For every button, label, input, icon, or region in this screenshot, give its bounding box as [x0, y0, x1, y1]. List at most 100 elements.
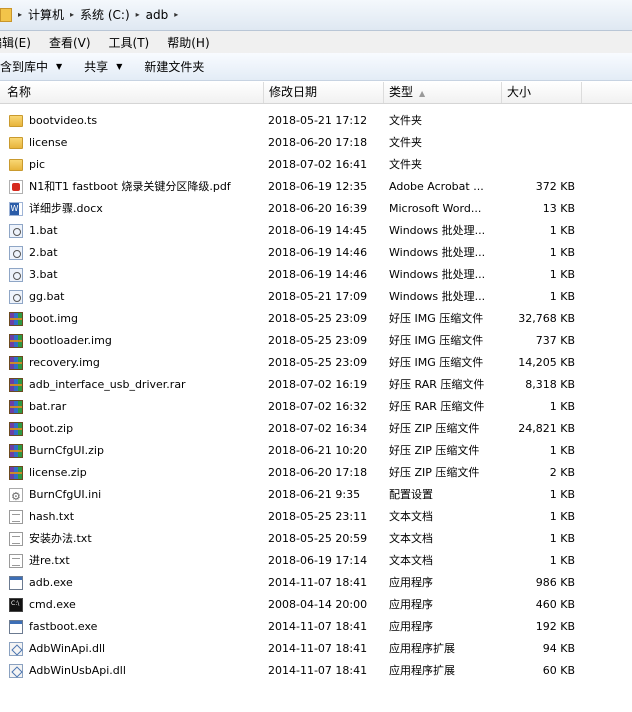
file-row[interactable]: adb_interface_usb_driver.rar 2018-07-02 1… — [0, 374, 632, 396]
column-name[interactable]: 名称 — [2, 82, 264, 103]
file-row[interactable]: 2.bat 2018-06-19 14:46 Windows 批处理... 1 KB — [0, 242, 632, 264]
column-type-label: 类型 — [389, 85, 414, 99]
column-type[interactable]: 类型 ▲ — [384, 82, 502, 103]
file-row[interactable]: 进re.txt 2018-06-19 17:14 文本文档 1 KB — [0, 550, 632, 572]
file-row[interactable]: license 2018-06-20 17:18 文件夹 — [0, 132, 632, 154]
file-size: 2 KB — [549, 466, 575, 479]
file-size: 14,205 KB — [518, 356, 575, 369]
include-in-library-button[interactable]: 包含到库中 ▼ — [0, 58, 62, 75]
file-size: 1 KB — [549, 488, 575, 501]
text-file-icon — [9, 554, 23, 568]
file-row[interactable]: gg.bat 2018-05-21 17:09 Windows 批处理... 1 KB — [0, 286, 632, 308]
include-in-library-label: 包含到库中 — [0, 60, 49, 74]
file-size: 460 KB — [535, 598, 575, 611]
file-row[interactable]: bat.rar 2018-07-02 16:32 好压 RAR 压缩文件 1 KB — [0, 396, 632, 418]
file-type: 好压 ZIP 压缩文件 — [389, 444, 480, 457]
chevron-right-icon[interactable]: ▸ — [172, 10, 180, 19]
archive-icon — [9, 356, 23, 370]
file-date: 2008-04-14 20:00 — [268, 598, 368, 611]
file-type: Adobe Acrobat ... — [389, 180, 484, 193]
file-row[interactable]: 3.bat 2018-06-19 14:46 Windows 批处理... 1 KB — [0, 264, 632, 286]
file-row[interactable]: bootloader.img 2018-05-25 23:09 好压 IMG 压缩文… — [0, 330, 632, 352]
file-name: bootvideo.ts — [29, 114, 98, 127]
file-date: 2014-11-07 18:41 — [268, 576, 368, 589]
file-name: 进re.txt — [29, 554, 70, 567]
file-size: 1 KB — [549, 290, 575, 303]
file-type: 好压 IMG 压缩文件 — [389, 334, 484, 347]
file-row[interactable]: license.zip 2018-06-20 17:18 好压 ZIP 压缩文件 2 … — [0, 462, 632, 484]
dll-icon — [9, 642, 23, 656]
file-row[interactable]: 安装办法.txt 2018-05-25 20:59 文本文档 1 KB — [0, 528, 632, 550]
chevron-right-icon[interactable]: ▸ — [134, 10, 142, 19]
file-size: 1 KB — [549, 510, 575, 523]
breadcrumb-drive-c[interactable]: 系统 (C:) — [76, 6, 134, 23]
file-row[interactable]: fastboot.exe 2014-11-07 18:41 应用程序 192 KB — [0, 616, 632, 638]
file-date: 2018-07-02 16:32 — [268, 400, 368, 413]
column-header: 名称 修改日期 类型 ▲ 大小 — [0, 82, 632, 104]
file-type: 应用程序 — [389, 576, 433, 589]
file-row[interactable]: N1和T1 fastboot 烧录关键分区降级.pdf 2018-06-19 12… — [0, 176, 632, 198]
file-type: 配置设置 — [389, 488, 433, 501]
text-file-icon — [9, 532, 23, 546]
column-date[interactable]: 修改日期 — [264, 82, 384, 103]
breadcrumb-computer[interactable]: 计算机 — [24, 6, 68, 23]
file-type: 文本文档 — [389, 510, 433, 523]
file-size: 13 KB — [542, 202, 575, 215]
new-folder-button[interactable]: 新建文件夹 — [144, 58, 204, 75]
file-size: 8,318 KB — [525, 378, 575, 391]
file-row[interactable]: 详细步骤.docx 2018-06-20 16:39 Microsoft Word.… — [0, 198, 632, 220]
menu-help[interactable]: 帮助(H) — [167, 34, 217, 51]
share-button[interactable]: 共享 ▼ — [84, 58, 122, 75]
file-date: 2018-06-19 14:46 — [268, 268, 368, 281]
menu-view[interactable]: 查看(V) — [49, 34, 99, 51]
address-bar[interactable]: ▸ 计算机 ▸ 系统 (C:) ▸ adb ▸ — [0, 0, 632, 31]
file-size: 1 KB — [549, 246, 575, 259]
application-icon — [9, 620, 23, 634]
menu-bar: 编辑(E) 查看(V) 工具(T) 帮助(H) — [0, 31, 632, 53]
column-size[interactable]: 大小 — [502, 82, 582, 103]
file-name: boot.zip — [29, 422, 74, 435]
archive-icon — [9, 312, 23, 326]
menu-tools[interactable]: 工具(T) — [109, 34, 158, 51]
file-size: 1 KB — [549, 532, 575, 545]
file-type: 好压 IMG 压缩文件 — [389, 312, 484, 325]
file-type: 好压 RAR 压缩文件 — [389, 378, 485, 391]
file-type: 应用程序扩展 — [389, 642, 455, 655]
file-name: BurnCfgUI.zip — [29, 444, 104, 457]
menu-edit[interactable]: 编辑(E) — [0, 34, 39, 51]
breadcrumb-adb[interactable]: adb — [142, 8, 173, 22]
file-row[interactable]: boot.img 2018-05-25 23:09 好压 IMG 压缩文件 32,76… — [0, 308, 632, 330]
file-name: cmd.exe — [29, 598, 76, 611]
file-row[interactable]: pic 2018-07-02 16:41 文件夹 — [0, 154, 632, 176]
share-label: 共享 — [84, 60, 109, 74]
chevron-right-icon[interactable]: ▸ — [16, 10, 24, 19]
file-row[interactable]: BurnCfgUI.ini 2018-06-21 9:35 配置设置 1 KB — [0, 484, 632, 508]
file-type: 应用程序扩展 — [389, 664, 455, 677]
folder-icon — [9, 159, 23, 171]
file-row[interactable]: BurnCfgUI.zip 2018-06-21 10:20 好压 ZIP 压缩文件… — [0, 440, 632, 462]
pdf-icon — [9, 180, 23, 194]
file-name: 2.bat — [29, 246, 58, 259]
file-row[interactable]: AdbWinUsbApi.dll 2014-11-07 18:41 应用程序扩展 60… — [0, 660, 632, 682]
file-date: 2018-06-19 14:45 — [268, 224, 368, 237]
file-name: fastboot.exe — [29, 620, 98, 633]
file-date: 2018-06-21 9:35 — [268, 488, 361, 501]
sort-ascending-icon: ▲ — [419, 89, 426, 98]
file-date: 2018-06-21 10:20 — [268, 444, 368, 457]
file-type: Windows 批处理... — [389, 268, 486, 281]
file-type: 好压 ZIP 压缩文件 — [389, 466, 480, 479]
file-type: 好压 RAR 压缩文件 — [389, 400, 485, 413]
file-size: 32,768 KB — [518, 312, 575, 325]
file-date: 2018-05-21 17:09 — [268, 290, 368, 303]
file-row[interactable]: 1.bat 2018-06-19 14:45 Windows 批处理... 1 KB — [0, 220, 632, 242]
file-name: adb_interface_usb_driver.rar — [29, 378, 186, 391]
file-row[interactable]: recovery.img 2018-05-25 23:09 好压 IMG 压缩文件 1… — [0, 352, 632, 374]
file-name: 安装办法.txt — [29, 532, 92, 545]
file-row[interactable]: cmd.exe 2008-04-14 20:00 应用程序 460 KB — [0, 594, 632, 616]
file-row[interactable]: hash.txt 2018-05-25 23:11 文本文档 1 KB — [0, 506, 632, 528]
file-row[interactable]: AdbWinApi.dll 2014-11-07 18:41 应用程序扩展 94 KB — [0, 638, 632, 660]
file-row[interactable]: boot.zip 2018-07-02 16:34 好压 ZIP 压缩文件 24,82… — [0, 418, 632, 440]
chevron-right-icon[interactable]: ▸ — [68, 10, 76, 19]
file-row[interactable]: adb.exe 2014-11-07 18:41 应用程序 986 KB — [0, 572, 632, 594]
file-row[interactable]: bootvideo.ts 2018-05-21 17:12 文件夹 — [0, 110, 632, 132]
